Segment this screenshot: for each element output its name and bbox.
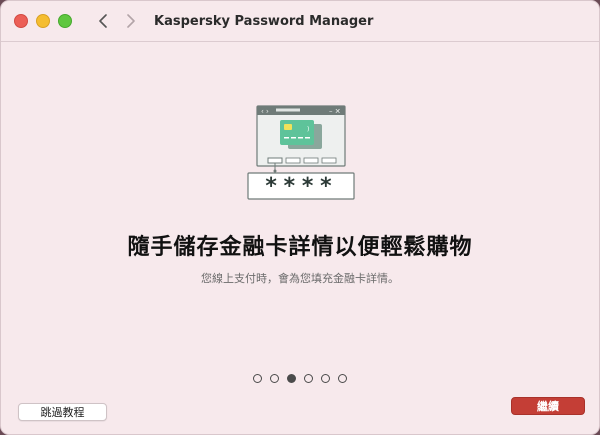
page-dot-2[interactable] [270,374,279,383]
forward-button[interactable] [120,10,142,32]
app-window: Kaspersky Password Manager ‹ › – ✕ ) ***… [0,0,600,435]
window-controls [14,14,72,28]
chevron-right-icon [127,14,135,28]
page-dot-3[interactable] [287,374,296,383]
page-subtitle: 您線上支付時，會為您填充金融卡詳情。 [201,272,399,285]
svg-text:– ✕: – ✕ [329,108,341,116]
masked-password-text: **** [264,173,338,199]
page-dot-1[interactable] [253,374,262,383]
close-window-button[interactable] [14,14,28,28]
svg-text:): ) [307,126,309,133]
page-dot-4[interactable] [304,374,313,383]
minimize-window-button[interactable] [36,14,50,28]
svg-text:‹ ›: ‹ › [261,108,269,116]
window-title: Kaspersky Password Manager [154,13,374,29]
page-dot-6[interactable] [338,374,347,383]
page-dot-5[interactable] [321,374,330,383]
zoom-window-button[interactable] [58,14,72,28]
page-indicator [1,374,599,383]
title-bar: Kaspersky Password Manager [1,1,599,42]
back-button[interactable] [92,10,114,32]
chevron-left-icon [99,14,107,28]
continue-button[interactable]: 繼續 [511,397,585,415]
skip-tutorial-button[interactable]: 跳過教程 [18,403,107,421]
page-heading: 隨手儲存金融卡詳情以便輕鬆購物 [127,235,473,260]
